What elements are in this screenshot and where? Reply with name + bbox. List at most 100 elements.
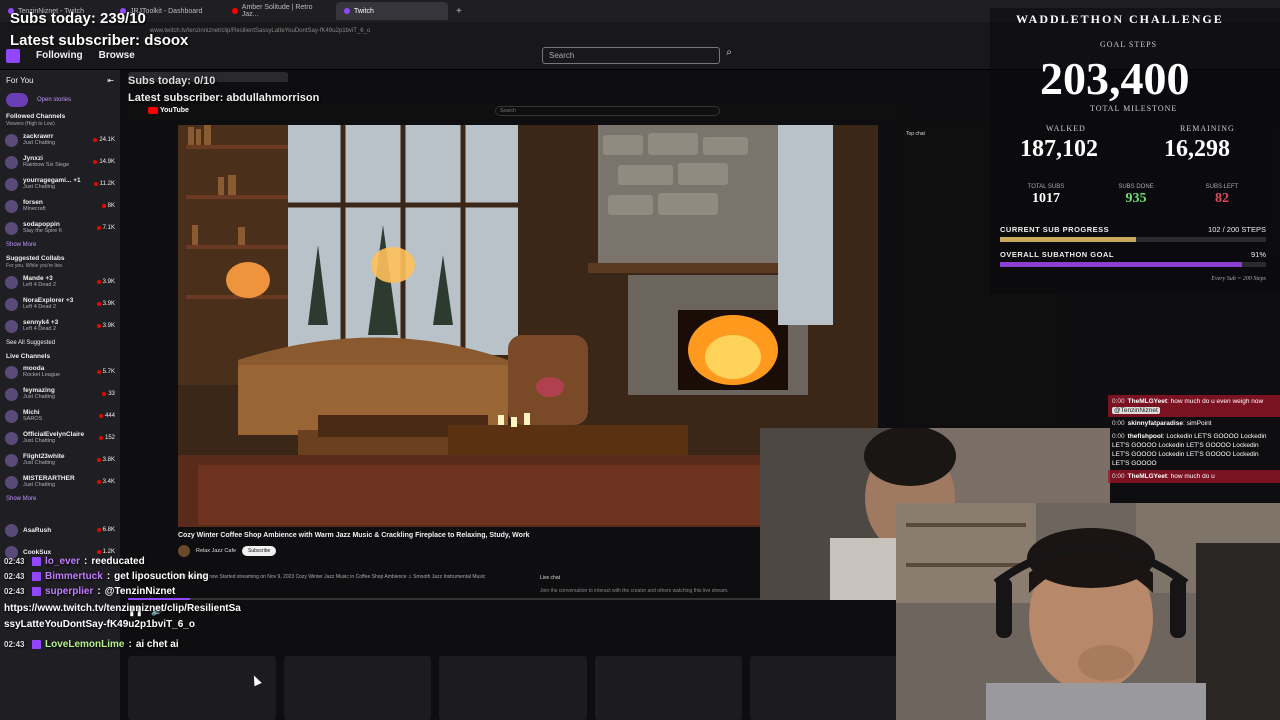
channel-name: zackrawrr [23, 133, 54, 140]
followed-sort[interactable]: Viewers (High to Low) [0, 121, 120, 129]
channel-avatar [5, 177, 18, 191]
channel-name: Flight23white [23, 453, 65, 460]
channel-info: sennyk4 +3 Left 4 Dead 2 [23, 319, 97, 333]
remaining-label: REMAINING [1180, 124, 1235, 133]
video-thumbnail[interactable] [594, 656, 743, 720]
channel-avatar [5, 199, 18, 213]
channel-name[interactable]: Relax Jazz Cafe [196, 548, 236, 554]
viewer-count: 3.8K [102, 457, 115, 463]
live-dot-icon [93, 138, 98, 142]
channel-viewers: 7.1K [96, 225, 115, 231]
new-tab-icon[interactable]: + [456, 6, 462, 17]
live-dot-icon [96, 280, 101, 284]
channel-info: Flight23white Just Chatting [23, 453, 97, 467]
viewer-count: 6.8K [102, 527, 115, 533]
sidebar-channel[interactable]: Mande +3 Left 4 Dead 2 3.9K [0, 271, 120, 293]
sidebar-channel[interactable]: sodapoppin Slay the Spire II 7.1K [0, 217, 120, 239]
video-thumbnail[interactable] [128, 656, 276, 720]
channel-name: NoraExplorer +3 [23, 297, 74, 304]
total-subs-label: TOTAL SUBS [1027, 184, 1065, 190]
nav-following[interactable]: Following [36, 50, 83, 61]
chat-message: 02:43 lo_ever: reeducated [4, 556, 264, 567]
channel-game: Rocket League [23, 372, 60, 378]
channel-name: sennyk4 +3 [23, 319, 59, 326]
sidebar-channel[interactable]: feymazing Just Chatting 33 [0, 383, 120, 405]
search-icon[interactable]: ⌕ [722, 47, 736, 64]
remaining-value: 16,298 [1164, 136, 1230, 162]
open-stories-link[interactable]: Open stories [37, 97, 71, 103]
latest-subscriber: Latest subscriber: dsoox [10, 32, 189, 49]
nav-browse[interactable]: Browse [99, 50, 135, 61]
live-dot-icon [96, 480, 101, 484]
sidebar-channel[interactable]: Michi SAROS 444 [0, 405, 120, 427]
live-dot-icon [98, 436, 103, 440]
current-sub-progress-fill [1000, 237, 1136, 242]
show-more-link[interactable]: Show More [0, 239, 120, 251]
followed-heading: Followed Channels [6, 113, 66, 120]
chat-message: 0:00 thefishpool: Lockedin LET'S GOOOO Lo… [1112, 433, 1267, 467]
collabs-subheading: For you. While you're live. [6, 263, 64, 269]
channel-viewers: 8K [101, 203, 115, 209]
viewer-count: 33 [108, 391, 115, 397]
sidebar-channel[interactable]: zackrawrr Just Chatting 24.1K [0, 129, 120, 151]
youtube-search-input[interactable]: Search [495, 106, 720, 116]
viewer-count: 3.9K [102, 279, 115, 285]
see-all-suggested-link[interactable]: See All Suggested [0, 337, 120, 349]
channel-avatar [5, 475, 18, 489]
youtube-wordmark: YouTube [160, 107, 189, 114]
chat-text: simPoint [1186, 420, 1212, 427]
sidebar-channel[interactable]: yourragegami... +1 Just Chatting 11.2K [0, 173, 120, 195]
browser-tab-active[interactable]: Twitch [336, 2, 448, 20]
sidebar-channel[interactable]: NoraExplorer +3 Left 4 Dead 2 3.9K [0, 293, 120, 315]
subs-left-label: SUBS LEFT [1205, 184, 1239, 190]
sidebar-channel[interactable]: forsen Minecraft 8K [0, 195, 120, 217]
channel-viewers: 152 [98, 435, 115, 441]
search-input[interactable]: Search [542, 47, 720, 64]
chat-message: 0:00 TheMLGYeet: how much do u [1108, 470, 1280, 483]
channel-avatar [5, 155, 18, 169]
live-dot-icon [93, 160, 98, 164]
browser-tab[interactable]: Amber Solitude | Retro Jaz... [224, 2, 336, 20]
chat-username: lo_ever [45, 556, 81, 567]
channel-name: Mande +3 [23, 275, 53, 282]
channel-avatar [5, 221, 18, 235]
stories-avatars[interactable] [6, 93, 28, 107]
channel-avatar [5, 319, 18, 333]
youtube-logo[interactable]: YouTube [148, 107, 189, 114]
sidebar-channel[interactable]: Flight23white Just Chatting 3.8K [0, 449, 120, 471]
channel-viewers: 3.9K [96, 301, 115, 307]
sidebar-channel[interactable]: AsaRush 6.8K [0, 519, 120, 541]
subscribe-button[interactable]: Subscribe [242, 546, 277, 556]
collapse-sidebar-icon[interactable]: ⇤ [107, 76, 114, 85]
channel-name: mooda [23, 365, 45, 372]
live-dot-icon [96, 550, 101, 554]
show-more-link[interactable]: Show More [0, 493, 120, 505]
viewer-count: 5.7K [102, 369, 115, 375]
channel-info: CookSux [23, 549, 97, 556]
channel-name: CookSux [23, 548, 52, 556]
clip-url-message[interactable]: https://www.twitch.tv/tenzinniznet/clip/… [4, 601, 244, 633]
live-dot-icon [96, 370, 101, 374]
live-dot-icon [96, 458, 101, 462]
video-thumbnail[interactable] [283, 656, 432, 720]
sidebar-channel[interactable]: Jynxzi Rainbow Six Siege 14.9K [0, 151, 120, 173]
sidebar-channel[interactable]: mooda Rocket League 5.7K [0, 361, 120, 383]
chat-text: ai chet ai [135, 639, 179, 650]
sidebar-channel[interactable]: sennyk4 +3 Left 4 Dead 2 3.9K [0, 315, 120, 337]
goal-steps-value: 203,400 [1040, 53, 1190, 104]
sidebar-channel[interactable]: MISTERARTHER Just Chatting 3.4K [0, 471, 120, 493]
subs-done-value: 935 [1125, 191, 1147, 206]
channel-viewers: 24.1K [93, 137, 115, 143]
video-thumbnail[interactable] [750, 656, 898, 720]
live-dot-icon [96, 324, 101, 328]
twitch-logo-icon[interactable] [6, 48, 20, 63]
channel-avatar [5, 387, 18, 401]
chat-overlay-right: 0:00 TheMLGYeet: how much do u even weigh… [1108, 395, 1280, 483]
chat-timestamp: 02:43 [4, 640, 25, 649]
chat-overlay-left: 02:43 lo_ever: reeducated 02:43 Bimmertu… [4, 556, 264, 654]
sidebar-channel[interactable]: OfficialEvelynClaire Just Chatting 152 [0, 427, 120, 449]
channel-game: Just Chatting [23, 140, 56, 146]
video-thumbnail[interactable] [439, 656, 587, 720]
chat-username: LoveLemonLime [45, 639, 125, 650]
channel-game: Minecraft [23, 206, 46, 212]
